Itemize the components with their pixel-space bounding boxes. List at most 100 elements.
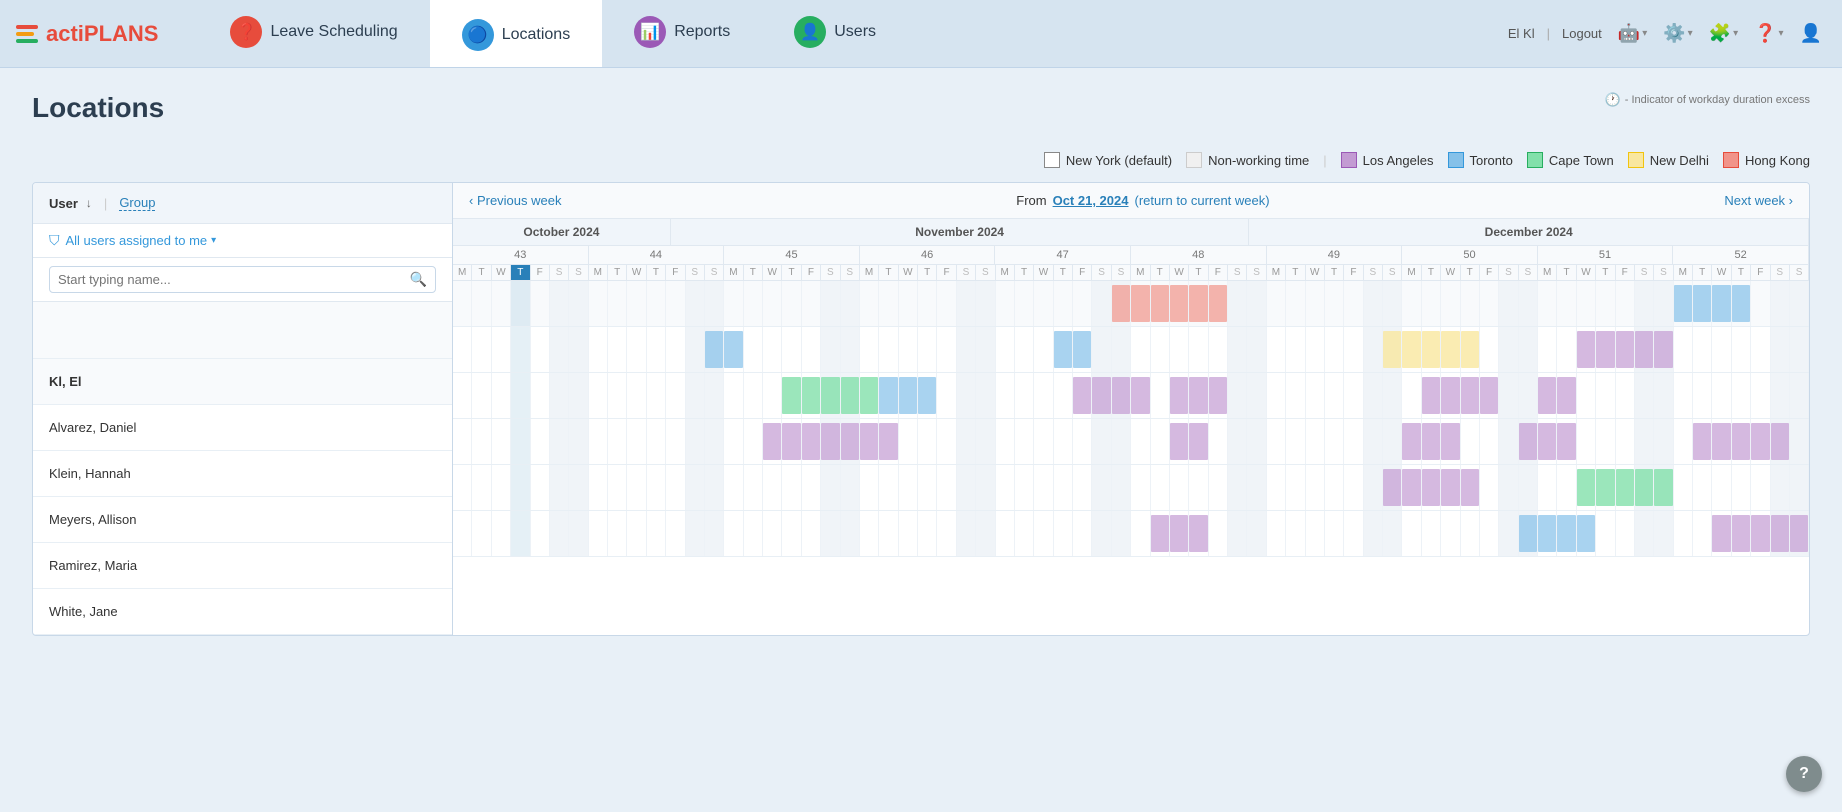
cal-cell-kl-el-37[interactable] bbox=[1170, 281, 1189, 326]
cal-cell-kl-el-6[interactable] bbox=[569, 281, 588, 326]
cal-cell-meyers-allison-53[interactable] bbox=[1480, 419, 1499, 464]
cal-cell-kl-el-9[interactable] bbox=[627, 281, 646, 326]
cal-cell-kl-el-42[interactable] bbox=[1267, 281, 1286, 326]
cal-cell-ramirez-maria-56[interactable] bbox=[1538, 465, 1557, 510]
cal-cell-white-jane-10[interactable] bbox=[647, 511, 666, 556]
cal-cell-meyers-allison-61[interactable] bbox=[1635, 419, 1654, 464]
cal-cell-alvarez-daniel-20[interactable] bbox=[841, 327, 860, 372]
cal-cell-white-jane-58[interactable] bbox=[1577, 511, 1596, 556]
cal-cell-meyers-allison-56[interactable] bbox=[1538, 419, 1557, 464]
cal-cell-meyers-allison-14[interactable] bbox=[724, 419, 743, 464]
cal-cell-kl-el-50[interactable] bbox=[1422, 281, 1441, 326]
cal-cell-meyers-allison-29[interactable] bbox=[1015, 419, 1034, 464]
cal-cell-klein-hannah-62[interactable] bbox=[1654, 373, 1673, 418]
cal-cell-klein-hannah-6[interactable] bbox=[569, 373, 588, 418]
cal-cell-klein-hannah-11[interactable] bbox=[666, 373, 685, 418]
cal-cell-ramirez-maria-68[interactable] bbox=[1771, 465, 1790, 510]
cal-cell-klein-hannah-35[interactable] bbox=[1131, 373, 1150, 418]
cal-cell-white-jane-17[interactable] bbox=[782, 511, 801, 556]
cal-cell-klein-hannah-34[interactable] bbox=[1112, 373, 1131, 418]
cal-cell-ramirez-maria-29[interactable] bbox=[1015, 465, 1034, 510]
cal-cell-kl-el-15[interactable] bbox=[744, 281, 763, 326]
cal-cell-klein-hannah-7[interactable] bbox=[589, 373, 608, 418]
cal-cell-klein-hannah-54[interactable] bbox=[1499, 373, 1518, 418]
cal-cell-alvarez-daniel-40[interactable] bbox=[1228, 327, 1247, 372]
current-date-link[interactable]: Oct 21, 2024 bbox=[1053, 193, 1129, 208]
cal-cell-kl-el-27[interactable] bbox=[976, 281, 995, 326]
cal-cell-meyers-allison-59[interactable] bbox=[1596, 419, 1615, 464]
cal-cell-kl-el-24[interactable] bbox=[918, 281, 937, 326]
cal-cell-ramirez-maria-31[interactable] bbox=[1054, 465, 1073, 510]
cal-cell-white-jane-43[interactable] bbox=[1286, 511, 1305, 556]
cal-cell-klein-hannah-65[interactable] bbox=[1712, 373, 1731, 418]
cal-cell-klein-hannah-19[interactable] bbox=[821, 373, 840, 418]
cal-cell-white-jane-54[interactable] bbox=[1499, 511, 1518, 556]
cal-cell-kl-el-4[interactable] bbox=[531, 281, 550, 326]
cal-cell-klein-hannah-58[interactable] bbox=[1577, 373, 1596, 418]
cal-cell-alvarez-daniel-11[interactable] bbox=[666, 327, 685, 372]
cal-cell-white-jane-15[interactable] bbox=[744, 511, 763, 556]
cal-cell-meyers-allison-40[interactable] bbox=[1228, 419, 1247, 464]
cal-cell-ramirez-maria-34[interactable] bbox=[1112, 465, 1131, 510]
cal-cell-ramirez-maria-67[interactable] bbox=[1751, 465, 1770, 510]
cal-cell-alvarez-daniel-23[interactable] bbox=[899, 327, 918, 372]
cal-cell-white-jane-63[interactable] bbox=[1674, 511, 1693, 556]
cal-cell-alvarez-daniel-59[interactable] bbox=[1596, 327, 1615, 372]
cal-cell-meyers-allison-12[interactable] bbox=[686, 419, 705, 464]
cal-cell-ramirez-maria-4[interactable] bbox=[531, 465, 550, 510]
cal-cell-klein-hannah-23[interactable] bbox=[899, 373, 918, 418]
cal-cell-white-jane-41[interactable] bbox=[1247, 511, 1266, 556]
cal-cell-ramirez-maria-7[interactable] bbox=[589, 465, 608, 510]
nav-users[interactable]: 👤 Users bbox=[762, 0, 908, 67]
nav-locations[interactable]: 🔵 Locations bbox=[430, 0, 603, 67]
cal-cell-white-jane-16[interactable] bbox=[763, 511, 782, 556]
cal-cell-white-jane-59[interactable] bbox=[1596, 511, 1615, 556]
cal-cell-meyers-allison-52[interactable] bbox=[1461, 419, 1480, 464]
logout-link[interactable]: Logout bbox=[1562, 26, 1602, 41]
cal-cell-klein-hannah-28[interactable] bbox=[996, 373, 1015, 418]
cal-cell-klein-hannah-20[interactable] bbox=[841, 373, 860, 418]
cal-cell-white-jane-68[interactable] bbox=[1771, 511, 1790, 556]
cal-cell-kl-el-61[interactable] bbox=[1635, 281, 1654, 326]
cal-cell-ramirez-maria-60[interactable] bbox=[1616, 465, 1635, 510]
cal-cell-meyers-allison-13[interactable] bbox=[705, 419, 724, 464]
cal-cell-white-jane-13[interactable] bbox=[705, 511, 724, 556]
cal-cell-ramirez-maria-26[interactable] bbox=[957, 465, 976, 510]
cal-cell-meyers-allison-19[interactable] bbox=[821, 419, 840, 464]
cal-cell-ramirez-maria-21[interactable] bbox=[860, 465, 879, 510]
cal-cell-meyers-allison-41[interactable] bbox=[1247, 419, 1266, 464]
search-input[interactable] bbox=[58, 272, 410, 287]
cal-cell-alvarez-daniel-34[interactable] bbox=[1112, 327, 1131, 372]
cal-cell-kl-el-23[interactable] bbox=[899, 281, 918, 326]
cal-cell-alvarez-daniel-46[interactable] bbox=[1344, 327, 1363, 372]
cal-cell-kl-el-33[interactable] bbox=[1092, 281, 1111, 326]
cal-cell-ramirez-maria-36[interactable] bbox=[1151, 465, 1170, 510]
cal-cell-meyers-allison-21[interactable] bbox=[860, 419, 879, 464]
cal-cell-meyers-allison-32[interactable] bbox=[1073, 419, 1092, 464]
cal-cell-alvarez-daniel-51[interactable] bbox=[1441, 327, 1460, 372]
cal-cell-alvarez-daniel-47[interactable] bbox=[1364, 327, 1383, 372]
cal-cell-klein-hannah-50[interactable] bbox=[1422, 373, 1441, 418]
cal-cell-meyers-allison-10[interactable] bbox=[647, 419, 666, 464]
cal-cell-klein-hannah-60[interactable] bbox=[1616, 373, 1635, 418]
cal-cell-white-jane-36[interactable] bbox=[1151, 511, 1170, 556]
cal-cell-alvarez-daniel-14[interactable] bbox=[724, 327, 743, 372]
cal-cell-kl-el-38[interactable] bbox=[1189, 281, 1208, 326]
cal-cell-white-jane-46[interactable] bbox=[1344, 511, 1363, 556]
cal-cell-white-jane-21[interactable] bbox=[860, 511, 879, 556]
cal-cell-klein-hannah-21[interactable] bbox=[860, 373, 879, 418]
cal-cell-ramirez-maria-2[interactable] bbox=[492, 465, 511, 510]
cal-cell-kl-el-35[interactable] bbox=[1131, 281, 1150, 326]
cal-cell-alvarez-daniel-58[interactable] bbox=[1577, 327, 1596, 372]
profile-icon-btn[interactable]: 👤 bbox=[1796, 19, 1826, 48]
cal-cell-meyers-allison-1[interactable] bbox=[472, 419, 491, 464]
cal-cell-kl-el-5[interactable] bbox=[550, 281, 569, 326]
cal-cell-white-jane-26[interactable] bbox=[957, 511, 976, 556]
cal-cell-meyers-allison-20[interactable] bbox=[841, 419, 860, 464]
cal-cell-klein-hannah-38[interactable] bbox=[1189, 373, 1208, 418]
cal-cell-white-jane-53[interactable] bbox=[1480, 511, 1499, 556]
cal-cell-white-jane-25[interactable] bbox=[937, 511, 956, 556]
cal-cell-white-jane-27[interactable] bbox=[976, 511, 995, 556]
cal-cell-meyers-allison-16[interactable] bbox=[763, 419, 782, 464]
cal-cell-kl-el-58[interactable] bbox=[1577, 281, 1596, 326]
